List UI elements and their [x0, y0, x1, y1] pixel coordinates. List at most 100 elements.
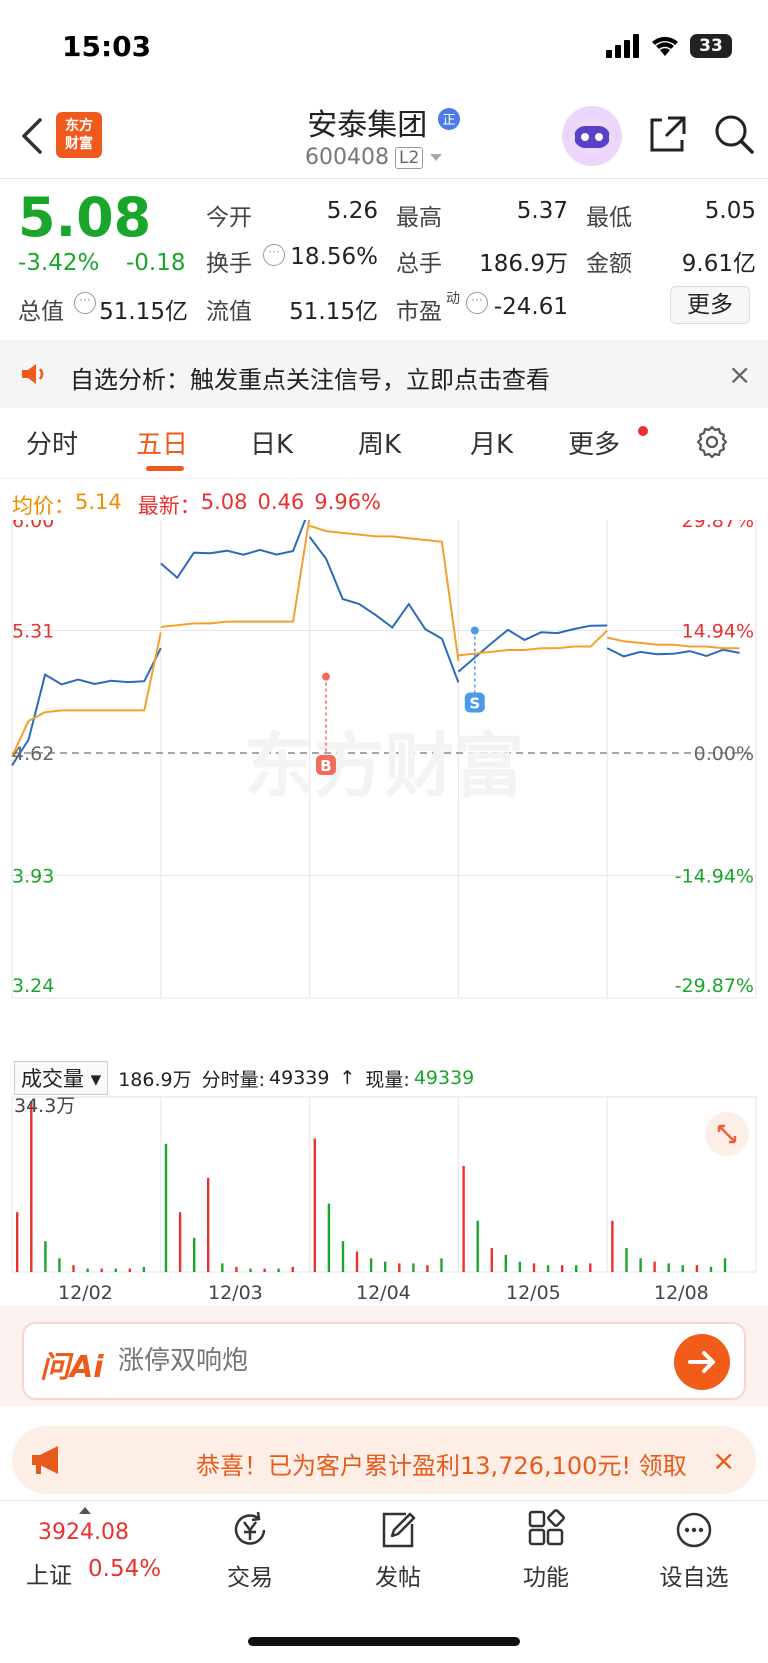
tab-intraday[interactable]: 分时: [26, 424, 78, 461]
volume-bar: [16, 1212, 19, 1272]
volume-bar: [723, 1258, 727, 1272]
post-edit-icon[interactable]: [376, 1508, 420, 1552]
high-label: 最高: [396, 205, 442, 231]
volume-bar: [384, 1261, 387, 1272]
ai-logo: 问Ai: [40, 1350, 104, 1385]
index-percent[interactable]: 0.54%: [88, 1556, 161, 1582]
date-label: 12/08: [654, 1282, 709, 1304]
nav-functions[interactable]: 功能: [496, 1558, 596, 1592]
y-tick-right: 14.94%: [682, 621, 754, 643]
avg-price-line: [309, 524, 460, 661]
volume-bar: [504, 1254, 507, 1272]
info-dots-icon[interactable]: ···: [74, 292, 96, 314]
market-cap-value: 51.15亿: [99, 299, 188, 325]
index-value[interactable]: 3924.08: [38, 1520, 129, 1545]
volume-bar: [639, 1258, 642, 1272]
volume-bar: [30, 1101, 33, 1272]
nav-divider: [0, 1500, 768, 1501]
tab-daily-k[interactable]: 日K: [250, 424, 293, 461]
trade-marker-dot: [321, 672, 330, 681]
share-icon[interactable]: [646, 112, 690, 156]
low-value: 5.05: [704, 198, 756, 224]
volume-bar: [369, 1258, 373, 1272]
nav-watchlist[interactable]: 设自选: [644, 1558, 744, 1592]
more-quote-button[interactable]: 更多: [670, 286, 750, 324]
nav-post[interactable]: 发帖: [348, 1558, 448, 1592]
notice-text[interactable]: 自选分析：触发重点关注信号，立即点击查看: [70, 360, 550, 395]
cellular-signal-icon: [606, 34, 639, 58]
volume-bar: [412, 1263, 415, 1272]
ai-send-button[interactable]: [674, 1334, 730, 1390]
volume-bar: [164, 1143, 168, 1273]
volume-bar: [128, 1268, 131, 1272]
volume-bar: [695, 1265, 699, 1272]
header-divider: [0, 178, 768, 179]
volume-bar: [426, 1265, 429, 1272]
tab-monthly-k[interactable]: 月K: [470, 424, 513, 461]
battery-icon: 33: [690, 34, 732, 58]
promo-close-icon[interactable]: ×: [712, 1444, 735, 1477]
info-dots-icon[interactable]: ···: [466, 292, 488, 314]
volume-frame: [11, 1096, 757, 1273]
info-dots-icon[interactable]: ···: [263, 244, 285, 266]
level2-badge: L2: [394, 146, 424, 169]
date-label: 12/05: [506, 1282, 561, 1304]
volume-bar: [58, 1258, 61, 1272]
volume-bar: [476, 1220, 479, 1272]
speaker-icon: [22, 364, 44, 384]
search-icon[interactable]: [712, 112, 756, 156]
tab-weekly-k[interactable]: 周K: [358, 424, 401, 461]
turnover-value: 18.56%: [290, 244, 378, 270]
notice-close-icon[interactable]: ×: [728, 358, 751, 391]
five-day-price-chart[interactable]: 东方财富 B S 6.00 29.87% 5.31 14.94% 4.62 0.00% 3.9…: [0, 520, 768, 1065]
tab-more[interactable]: 更多: [568, 424, 620, 461]
volume-bar: [178, 1212, 182, 1272]
avg-price-line: [11, 632, 162, 758]
index-name[interactable]: 上证: [26, 1556, 72, 1590]
tab-five-day[interactable]: 五日: [136, 424, 188, 461]
trade-yen-icon[interactable]: [228, 1508, 272, 1552]
ai-robot-avatar[interactable]: [562, 106, 622, 166]
volume-bar: [575, 1265, 578, 1272]
expand-icon: [717, 1124, 737, 1144]
volume-bar: [589, 1263, 592, 1272]
tab-notification-dot: [638, 426, 648, 436]
arrow-right-icon: [688, 1351, 715, 1373]
volume-label: 总手: [396, 251, 442, 277]
y-tick-left: 3.24: [12, 975, 54, 997]
nav-trade[interactable]: 交易: [200, 1558, 300, 1592]
volume-bar: [86, 1268, 89, 1272]
volume-bar: [532, 1263, 536, 1272]
volume-bar: [72, 1265, 75, 1272]
expand-chart-button[interactable]: [705, 1112, 749, 1156]
pe-value: -24.61: [493, 294, 568, 320]
gear-icon[interactable]: [694, 424, 730, 460]
stock-name[interactable]: 安泰集团: [307, 108, 427, 143]
avg-price-label: 均价：: [12, 494, 75, 518]
volume-bar: [114, 1268, 117, 1272]
volume-bar: [490, 1248, 493, 1272]
functions-grid-icon[interactable]: [524, 1508, 568, 1552]
turnover-label: 换手: [206, 251, 252, 277]
volume-chart[interactable]: 34.3万: [0, 1065, 768, 1280]
volume-bar: [44, 1241, 47, 1272]
ai-question-input[interactable]: [118, 1346, 638, 1376]
open-label: 今开: [206, 205, 252, 231]
avg-price-value: 5.14: [75, 490, 122, 514]
trade-marker-label: B: [320, 757, 331, 775]
change-percent: -3.42%: [18, 250, 100, 276]
volume-bar: [193, 1237, 196, 1272]
date-label: 12/02: [58, 1282, 113, 1304]
zheng-badge-icon: 正: [437, 108, 460, 130]
volume-bar: [355, 1251, 359, 1272]
volume-bar: [681, 1265, 684, 1272]
volume-value: 186.9万: [479, 251, 568, 277]
stock-code-row[interactable]: 600408 L2: [305, 145, 443, 170]
volume-bar: [277, 1268, 280, 1272]
volume-bar: [142, 1266, 146, 1272]
y-tick-left: 3.93: [12, 866, 54, 888]
promo-text[interactable]: 恭喜！已为客户累计盈利13,726,100元! 领取: [196, 1446, 690, 1481]
latest-change-percent: 9.96%: [314, 490, 382, 514]
price-line: [606, 647, 740, 658]
more-dots-circle-icon[interactable]: [672, 1508, 716, 1552]
